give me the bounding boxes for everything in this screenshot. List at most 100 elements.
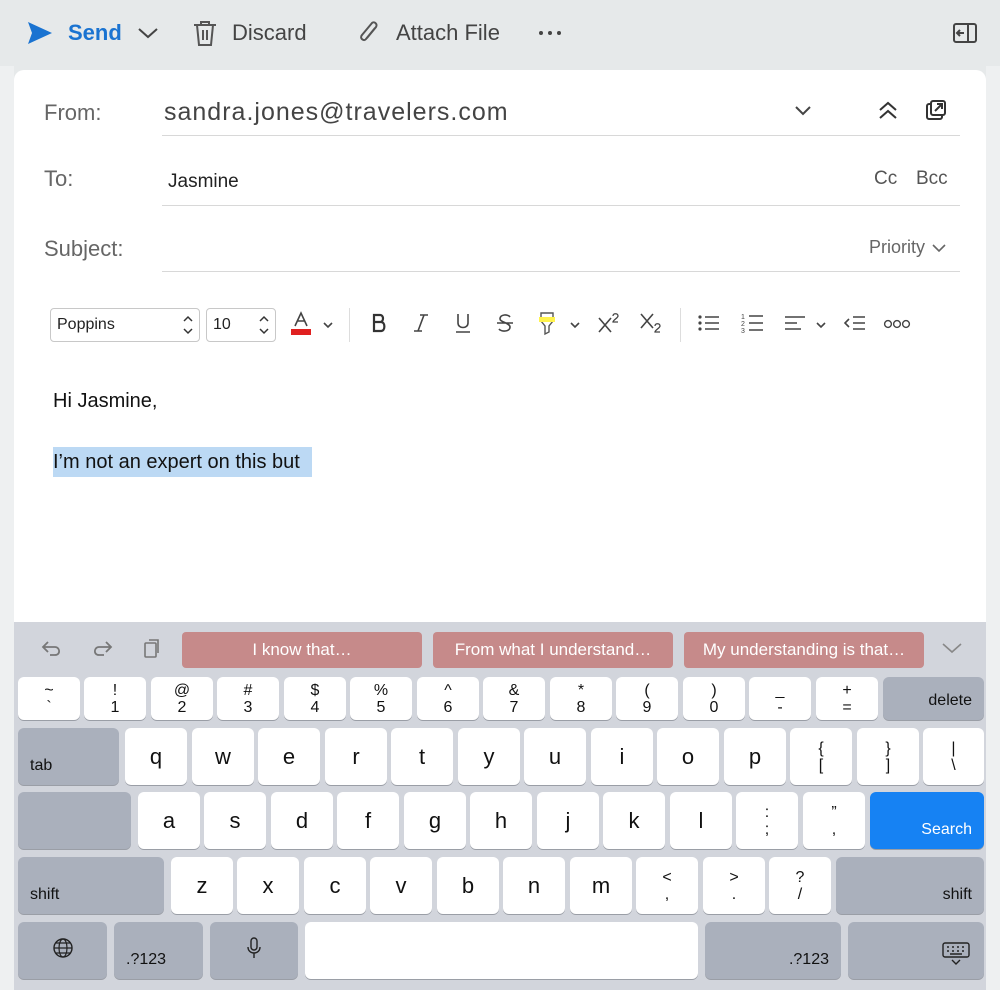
key-e[interactable]: e <box>258 728 320 785</box>
bullet-list-button[interactable] <box>696 310 722 340</box>
redo-button[interactable] <box>88 638 116 662</box>
message-body-selected-line[interactable]: I’m not an expert on this but <box>53 447 312 477</box>
decrease-indent-button[interactable] <box>842 310 868 340</box>
key-dictation[interactable] <box>210 922 298 979</box>
numbered-list-button[interactable]: 123 <box>740 310 766 340</box>
to-field[interactable]: Jasmine <box>168 171 239 193</box>
key-right-bracket[interactable]: }] <box>857 728 919 785</box>
key-u[interactable]: u <box>524 728 586 785</box>
key-f[interactable]: f <box>337 792 399 849</box>
key-quote[interactable]: ”, <box>803 792 865 849</box>
key-globe[interactable] <box>18 922 107 979</box>
key-shift-right[interactable]: shift <box>836 857 984 914</box>
key-8[interactable]: * 8 <box>550 677 612 720</box>
collapse-suggestions-button[interactable] <box>940 640 964 660</box>
key-c[interactable]: c <box>304 857 366 914</box>
open-in-window-button[interactable] <box>924 99 948 124</box>
paste-button[interactable] <box>140 638 164 662</box>
key-9[interactable]: (9 <box>616 677 678 720</box>
key-k[interactable]: k <box>603 792 665 849</box>
key-0[interactable]: ) 0 <box>683 677 745 720</box>
key-equals[interactable]: + = <box>816 677 878 720</box>
key-numbers-left[interactable]: .?123 <box>114 922 203 979</box>
strikethrough-button[interactable] <box>492 310 518 340</box>
font-size-select[interactable]: 10 <box>206 308 276 342</box>
suggestion-chip[interactable]: My understanding is that… <box>684 632 924 668</box>
bold-button[interactable] <box>366 310 392 340</box>
key-w[interactable]: w <box>192 728 254 785</box>
key-d[interactable]: d <box>271 792 333 849</box>
key-semicolon[interactable]: :; <box>736 792 798 849</box>
key-comma[interactable]: <, <box>636 857 698 914</box>
font-color-dropdown[interactable] <box>320 310 336 340</box>
key-j[interactable]: j <box>537 792 599 849</box>
highlight-button[interactable] <box>534 310 560 340</box>
key-y[interactable]: y <box>458 728 520 785</box>
key-o[interactable]: o <box>657 728 719 785</box>
bcc-button[interactable]: Bcc <box>916 168 948 190</box>
key-backslash[interactable]: | \ <box>923 728 984 785</box>
align-button[interactable] <box>782 310 808 340</box>
more-options-button[interactable] <box>538 16 562 50</box>
key-3[interactable]: #3 <box>217 677 279 720</box>
key-caps-lock[interactable] <box>18 792 131 849</box>
key-l[interactable]: l <box>670 792 732 849</box>
highlight-dropdown[interactable] <box>568 310 582 340</box>
underline-button[interactable] <box>450 310 476 340</box>
collapse-header-button[interactable] <box>876 100 900 124</box>
key-space[interactable] <box>305 922 698 979</box>
font-family-select[interactable]: Poppins <box>50 308 200 342</box>
key-period[interactable]: >. <box>703 857 765 914</box>
message-body-line[interactable]: Hi Jasmine, <box>53 390 157 413</box>
key-slash[interactable]: ? / <box>769 857 831 914</box>
align-dropdown[interactable] <box>814 310 828 340</box>
key-2[interactable]: @2 <box>151 677 213 720</box>
popout-window-button[interactable] <box>952 16 978 50</box>
priority-dropdown[interactable]: Priority <box>869 237 947 258</box>
key-x[interactable]: x <box>237 857 299 914</box>
key-h[interactable]: h <box>470 792 532 849</box>
key-z[interactable]: z <box>171 857 233 914</box>
key-1[interactable]: ! 1 <box>84 677 146 720</box>
from-field[interactable]: sandra.jones@travelers.com <box>164 98 509 127</box>
more-formatting-button[interactable] <box>882 310 912 340</box>
send-options-button[interactable] <box>136 16 160 50</box>
subscript-button[interactable] <box>638 310 664 340</box>
font-color-button[interactable] <box>288 310 314 340</box>
key-v[interactable]: v <box>370 857 432 914</box>
suggestion-chip[interactable]: I know that… <box>182 632 422 668</box>
key-m[interactable]: m <box>570 857 632 914</box>
key-tilde[interactable]: ~ ` <box>18 677 80 720</box>
key-minus[interactable]: _ - <box>749 677 811 720</box>
key-tab[interactable]: tab <box>18 728 119 785</box>
key-5[interactable]: % 5 <box>350 677 412 720</box>
key-6[interactable]: ^ 6 <box>417 677 479 720</box>
italic-button[interactable] <box>408 310 434 340</box>
key-p[interactable]: p <box>724 728 786 785</box>
key-4[interactable]: $4 <box>284 677 346 720</box>
key-i[interactable]: i <box>591 728 653 785</box>
key-7[interactable]: & 7 <box>483 677 545 720</box>
key-b[interactable]: b <box>437 857 499 914</box>
undo-button[interactable] <box>38 638 66 662</box>
key-shift-left[interactable]: shift <box>18 857 164 914</box>
key-search[interactable]: Search <box>870 792 984 849</box>
from-dropdown-button[interactable] <box>792 104 814 122</box>
key-n[interactable]: n <box>503 857 565 914</box>
suggestion-chip[interactable]: From what I understand… <box>433 632 673 668</box>
send-button[interactable]: Send <box>26 16 122 50</box>
subject-field[interactable] <box>164 236 844 266</box>
key-t[interactable]: t <box>391 728 453 785</box>
key-s[interactable]: s <box>204 792 266 849</box>
cc-button[interactable]: Cc <box>874 168 897 190</box>
key-g[interactable]: g <box>404 792 466 849</box>
key-left-bracket[interactable]: {[ <box>790 728 852 785</box>
key-a[interactable]: a <box>138 792 200 849</box>
key-delete[interactable]: delete <box>883 677 984 720</box>
key-hide-keyboard[interactable] <box>848 922 984 979</box>
discard-button[interactable]: Discard <box>192 16 307 50</box>
key-r[interactable]: r <box>325 728 387 785</box>
attach-file-button[interactable]: Attach File <box>356 16 500 50</box>
superscript-button[interactable] <box>596 310 622 340</box>
key-numbers-right[interactable]: .?123 <box>705 922 841 979</box>
